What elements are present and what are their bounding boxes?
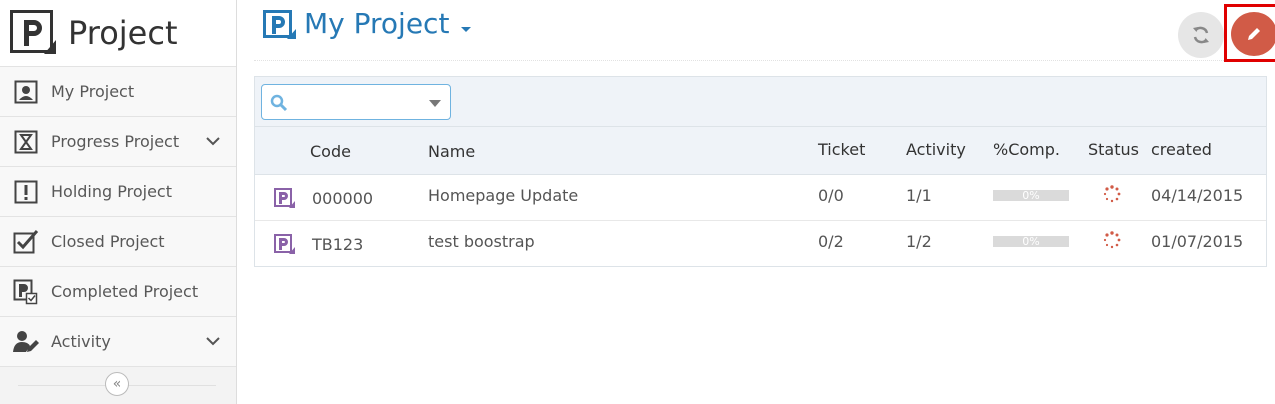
caret-down-icon[interactable]	[461, 27, 471, 32]
sidebar-item-completed-project[interactable]: Completed Project	[0, 267, 236, 317]
sidebar-item-activity[interactable]: Activity	[0, 317, 236, 367]
refresh-icon	[1193, 26, 1209, 44]
brand[interactable]: Project	[0, 0, 236, 67]
sidebar-item-label: Completed Project	[51, 282, 199, 301]
table-toolbar	[255, 77, 1266, 127]
column-header-status[interactable]: Status	[1088, 140, 1139, 159]
project-icon	[274, 188, 295, 208]
spinner-icon	[1103, 231, 1121, 249]
progress-label: 0%	[1022, 235, 1040, 248]
pencil-icon	[1248, 28, 1260, 40]
cell-ticket: 0/0	[818, 186, 844, 205]
exclamation-square-icon	[12, 179, 40, 205]
highlight-frame	[1224, 4, 1275, 62]
sidebar-item-label: Closed Project	[51, 232, 165, 251]
progress-bar: 0%	[993, 190, 1069, 201]
sidebar-item-label: Progress Project	[51, 132, 180, 151]
column-header-code[interactable]: Code	[310, 142, 351, 161]
cell-activity: 1/2	[906, 232, 932, 251]
sidebar-collapse-bar: «	[0, 366, 236, 404]
column-header-created[interactable]: created	[1151, 140, 1212, 159]
table-row[interactable]: 000000 Homepage Update 0/0 1/1 0% 04/14/…	[255, 175, 1266, 221]
column-header-comp[interactable]: %Comp.	[993, 140, 1060, 159]
sidebar-item-label: Holding Project	[51, 182, 172, 201]
spinner-icon	[1103, 185, 1121, 203]
page-title[interactable]: My Project	[304, 7, 449, 40]
page-header: My Project	[254, 0, 1275, 62]
sidebar-item-my-project[interactable]: My Project	[0, 67, 236, 117]
cell-code: 000000	[312, 189, 374, 208]
chevron-down-icon	[206, 337, 220, 346]
refresh-button[interactable]	[1178, 12, 1224, 58]
search-combobox[interactable]	[261, 84, 451, 120]
project-logo-icon	[10, 10, 56, 54]
double-chevron-left-icon: «	[112, 376, 122, 392]
main-content: My Project Code Name Ticket Activity %Co…	[242, 0, 1275, 404]
progress-bar: 0%	[993, 236, 1069, 247]
search-icon	[270, 94, 288, 112]
project-icon	[274, 234, 295, 254]
sidebar: Project My Project Progress Project Hold…	[0, 0, 237, 404]
cell-activity: 1/1	[906, 186, 932, 205]
user-edit-icon	[12, 329, 40, 355]
cell-name[interactable]: Homepage Update	[428, 186, 578, 205]
brand-title: Project	[68, 14, 178, 52]
progress-label: 0%	[1022, 189, 1040, 202]
cell-name[interactable]: test boostrap	[428, 232, 535, 251]
table-header: Code Name Ticket Activity %Comp. Status …	[255, 127, 1266, 175]
column-header-name[interactable]: Name	[428, 142, 475, 161]
hourglass-icon	[12, 129, 40, 155]
project-check-icon	[12, 279, 40, 305]
table-row[interactable]: TB123 test boostrap 0/2 1/2 0% 01/07/201…	[255, 221, 1266, 267]
cell-created: 01/07/2015	[1151, 232, 1244, 251]
cell-created: 04/14/2015	[1151, 186, 1244, 205]
sidebar-item-holding-project[interactable]: Holding Project	[0, 167, 236, 217]
edit-button[interactable]	[1231, 12, 1275, 56]
cell-code: TB123	[312, 235, 364, 254]
sidebar-item-closed-project[interactable]: Closed Project	[0, 217, 236, 267]
cell-ticket: 0/2	[818, 232, 844, 251]
project-table-panel: Code Name Ticket Activity %Comp. Status …	[254, 76, 1267, 267]
collapse-sidebar-button[interactable]: «	[105, 372, 129, 396]
user-square-icon	[12, 79, 40, 105]
search-input[interactable]	[296, 91, 416, 113]
check-square-icon	[12, 229, 40, 255]
column-header-activity[interactable]: Activity	[906, 140, 966, 159]
sidebar-item-progress-project[interactable]: Progress Project	[0, 117, 236, 167]
sidebar-item-label: My Project	[51, 82, 135, 101]
sidebar-item-label: Activity	[51, 332, 111, 351]
chevron-down-icon	[206, 137, 220, 146]
project-icon	[263, 10, 296, 39]
caret-down-icon[interactable]	[429, 100, 441, 107]
column-header-ticket[interactable]: Ticket	[818, 140, 865, 159]
